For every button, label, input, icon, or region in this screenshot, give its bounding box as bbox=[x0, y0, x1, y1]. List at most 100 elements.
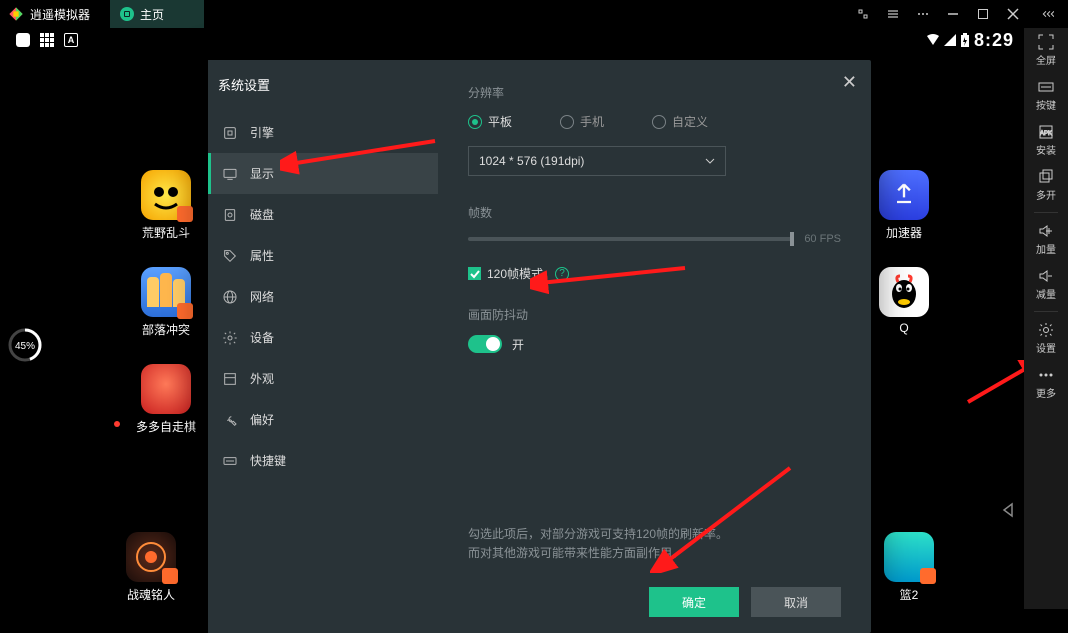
app-coc[interactable]: 部落冲突 bbox=[126, 267, 206, 338]
app-name: 逍遥模拟器 bbox=[30, 6, 90, 23]
modal-close-icon[interactable]: ✕ bbox=[842, 72, 857, 93]
nav-back-icon[interactable] bbox=[1000, 502, 1016, 523]
check-icon bbox=[470, 269, 480, 279]
app-name: 加速器 bbox=[886, 224, 922, 241]
square-icon[interactable] bbox=[16, 33, 30, 47]
sidebar-item-appearance[interactable]: 外观 bbox=[208, 358, 438, 399]
gear-icon bbox=[1038, 322, 1054, 338]
tool-volume-up[interactable]: 加量 bbox=[1024, 217, 1068, 262]
app-name: Q bbox=[899, 321, 908, 335]
tab-home[interactable]: 主页 bbox=[110, 0, 204, 28]
radio-off-icon bbox=[560, 115, 574, 129]
antishake-toggle[interactable] bbox=[468, 335, 502, 353]
sidebar-item-shortcut[interactable]: 快捷键 bbox=[208, 440, 438, 481]
antishake-label: 画面防抖动 bbox=[468, 306, 841, 323]
window-compact-icon[interactable] bbox=[848, 0, 878, 28]
radio-tablet[interactable]: 平板 bbox=[468, 113, 512, 130]
app-autochess[interactable]: 多多自走棋 bbox=[126, 364, 206, 435]
phone-status-bar: A 8:29 bbox=[0, 28, 1024, 52]
svg-text:APK: APK bbox=[1040, 131, 1052, 137]
resolution-select[interactable]: 1024 * 576 (191dpi) bbox=[468, 146, 726, 176]
wifi-icon bbox=[926, 34, 940, 46]
fps-slider[interactable] bbox=[468, 237, 794, 241]
slider-thumb[interactable] bbox=[790, 232, 794, 246]
window-maximize-icon[interactable] bbox=[968, 0, 998, 28]
sidebar-item-disk[interactable]: 磁盘 bbox=[208, 194, 438, 235]
settings-title: 系统设置 bbox=[208, 60, 438, 112]
tool-volume-down[interactable]: 减量 bbox=[1024, 262, 1068, 307]
emulator-viewport: A 8:29 45% 荒野乱斗 bbox=[0, 28, 1024, 609]
tool-more[interactable]: 更多 bbox=[1024, 361, 1068, 406]
home-icon bbox=[120, 7, 134, 21]
radio-custom[interactable]: 自定义 bbox=[652, 113, 708, 130]
radio-on-icon bbox=[468, 115, 482, 129]
disk-icon bbox=[222, 207, 238, 223]
display-icon bbox=[222, 166, 238, 182]
app-list-right: 加速器 Q bbox=[874, 170, 934, 361]
app-qq[interactable]: Q bbox=[874, 267, 934, 335]
fps-label: 帧数 bbox=[468, 204, 841, 221]
sidebar-item-attr[interactable]: 属性 bbox=[208, 235, 438, 276]
settings-content: 分辨率 平板 手机 自定义 1024 * 576 (191dpi) bbox=[438, 60, 871, 633]
sidebar-item-device[interactable]: 设备 bbox=[208, 317, 438, 358]
engine-icon bbox=[222, 125, 238, 141]
tool-multi[interactable]: 多开 bbox=[1024, 163, 1068, 208]
app-name: 荒野乱斗 bbox=[142, 224, 190, 241]
radio-off-icon bbox=[652, 115, 666, 129]
resolution-label: 分辨率 bbox=[468, 84, 841, 101]
keyboard-icon bbox=[1038, 79, 1054, 95]
antishake-state: 开 bbox=[512, 336, 524, 353]
app-name: 战魂铭人 bbox=[127, 586, 175, 603]
window-menu-icon[interactable] bbox=[878, 0, 908, 28]
letter-a-icon[interactable]: A bbox=[64, 33, 78, 47]
settings-sidebar: 系统设置 引擎 显示 磁盘 属性 网络 设 bbox=[208, 60, 438, 633]
fps-value: 60 FPS bbox=[804, 233, 841, 245]
apk-icon: APK bbox=[1038, 124, 1054, 140]
app-name: 部落冲突 bbox=[142, 321, 190, 338]
globe-icon bbox=[222, 289, 238, 305]
multi-icon bbox=[1038, 169, 1054, 185]
title-bar: 逍遥模拟器 主页 bbox=[0, 0, 1068, 28]
memory-progress[interactable]: 45% bbox=[8, 328, 42, 362]
chevron-down-icon bbox=[705, 156, 715, 166]
progress-pct: 45% bbox=[15, 341, 35, 352]
volume-up-icon bbox=[1038, 223, 1054, 239]
wrench-icon bbox=[222, 412, 238, 428]
hint-text: 勾选此项后，对部分游戏可支持120帧的刷新率。 而对其他游戏可能带来性能方面副作… bbox=[468, 525, 728, 563]
help-icon[interactable]: ? bbox=[555, 267, 569, 281]
app-logo-icon bbox=[8, 6, 24, 22]
check-label-120: 120帧模式 bbox=[487, 265, 543, 282]
ellipsis-icon[interactable] bbox=[908, 0, 938, 28]
tool-fullscreen[interactable]: 全屏 bbox=[1024, 28, 1068, 73]
battery-charging-icon bbox=[960, 33, 970, 47]
tool-settings[interactable]: 设置 bbox=[1024, 316, 1068, 361]
resolution-value: 1024 * 576 (191dpi) bbox=[479, 154, 584, 168]
sidebar-item-display[interactable]: 显示 bbox=[208, 153, 438, 194]
sidebar-item-engine[interactable]: 引擎 bbox=[208, 112, 438, 153]
ok-button[interactable]: 确定 bbox=[649, 587, 739, 617]
app-name: 多多自走棋 bbox=[136, 418, 196, 435]
tag-icon bbox=[222, 248, 238, 264]
app-booster[interactable]: 加速器 bbox=[874, 170, 934, 241]
sidebar-item-network[interactable]: 网络 bbox=[208, 276, 438, 317]
collapse-panel-icon[interactable] bbox=[1028, 0, 1068, 28]
update-dot-icon bbox=[114, 421, 120, 427]
sidebar-item-pref[interactable]: 偏好 bbox=[208, 399, 438, 440]
app-soul[interactable]: 战魂铭人 bbox=[126, 532, 176, 603]
window-close-icon[interactable] bbox=[998, 0, 1028, 28]
app-basket[interactable]: 篮2 bbox=[884, 532, 934, 603]
tool-keys[interactable]: 按键 bbox=[1024, 73, 1068, 118]
cancel-button[interactable]: 取消 bbox=[751, 587, 841, 617]
window-minimize-icon[interactable] bbox=[938, 0, 968, 28]
fullscreen-icon bbox=[1038, 34, 1054, 50]
keyboard-icon bbox=[222, 453, 238, 469]
checkbox-120fps[interactable] bbox=[468, 267, 481, 280]
apps-grid-icon[interactable] bbox=[40, 33, 54, 47]
radio-phone[interactable]: 手机 bbox=[560, 113, 604, 130]
clock: 8:29 bbox=[974, 30, 1014, 51]
tool-install[interactable]: APK 安装 bbox=[1024, 118, 1068, 163]
signal-icon bbox=[944, 34, 956, 46]
app-brawl[interactable]: 荒野乱斗 bbox=[126, 170, 206, 241]
app-name: 篮2 bbox=[900, 586, 919, 603]
gear-icon bbox=[222, 330, 238, 346]
